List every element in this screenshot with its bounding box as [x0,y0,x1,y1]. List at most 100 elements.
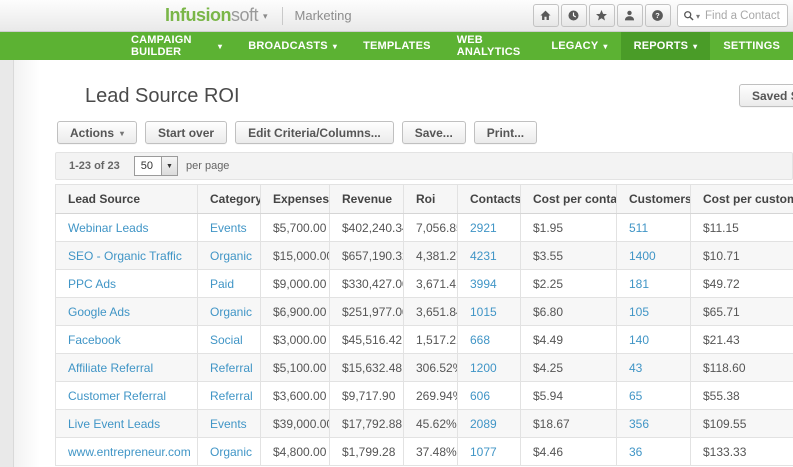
category-link[interactable]: Paid [210,277,234,291]
home-button[interactable] [533,4,559,27]
lead-source-link[interactable]: PPC Ads [68,277,116,291]
column-header-expenses[interactable]: Expenses [261,185,330,214]
nav-item-templates[interactable]: TEMPLATES [350,32,444,60]
contacts-link[interactable]: 1200 [470,361,497,375]
contacts-link[interactable]: 1015 [470,305,497,319]
print-button[interactable]: Print... [474,121,537,144]
customers-link[interactable]: 36 [629,445,642,459]
column-header-cost-per-customer[interactable]: Cost per customer [691,185,793,214]
category-link[interactable]: Organic [210,305,252,319]
cost-per-contact-value: $2.25 [533,277,563,291]
customers-link[interactable]: 1400 [629,249,656,263]
actions-button[interactable]: Actions▾ [57,121,137,144]
column-header-lead-source[interactable]: Lead Source [56,185,198,214]
nav-item-reports[interactable]: REPORTS▾ [621,32,711,60]
nav-item-broadcasts[interactable]: BROADCASTS▾ [235,32,350,60]
nav-item-web-analytics[interactable]: WEB ANALYTICS [444,32,539,60]
start-over-button[interactable]: Start over [145,121,227,144]
revenue-value: $17,792.88 [342,417,402,431]
divider [282,7,283,25]
chevron-down-icon: ▾ [696,12,700,21]
topbar: Infusionsoft ▾ Marketing ? ▾ [0,0,793,32]
category-link[interactable]: Events [210,417,247,431]
lead-source-roi-table: Lead Source Category Expenses Revenue Ro… [55,184,793,466]
roi-value: 37.48% [416,445,457,459]
lead-source-link[interactable]: Customer Referral [68,389,166,403]
contacts-link[interactable]: 606 [470,389,490,403]
lead-source-link[interactable]: Live Event Leads [68,417,160,431]
cost-per-contact-value: $4.25 [533,361,563,375]
customers-link[interactable]: 511 [629,221,648,235]
lead-source-link[interactable]: Google Ads [68,305,130,319]
pagination-bar: 1-23 of 23 50 ▼ per page [55,152,793,180]
contacts-link[interactable]: 3994 [470,277,497,291]
report-toolbar: Actions▾ Start over Edit Criteria/Column… [57,121,793,144]
page-shadow [14,60,40,467]
contacts-link[interactable]: 4231 [470,249,497,263]
expenses-value: $4,800.00 [273,445,326,459]
table-header-row: Lead Source Category Expenses Revenue Ro… [56,185,793,214]
table-row: SEO - Organic TrafficOrganic$15,000.00$6… [56,242,793,270]
lead-source-link[interactable]: Webinar Leads [68,221,149,235]
cost-per-customer-value: $10.71 [703,249,740,263]
chevron-down-icon: ▾ [603,42,607,51]
customers-link[interactable]: 65 [629,389,642,403]
customers-link[interactable]: 43 [629,361,642,375]
revenue-value: $45,516.42 [342,333,402,347]
lead-source-link[interactable]: SEO - Organic Traffic [68,249,182,263]
roi-value: 1,517.21% [416,333,458,347]
user-button[interactable] [617,4,643,27]
lead-source-link[interactable]: Affiliate Referral [68,361,153,375]
column-header-revenue[interactable]: Revenue [330,185,404,214]
column-header-contacts[interactable]: Contacts [458,185,521,214]
category-link[interactable]: Referral [210,361,253,375]
cost-per-customer-value: $55.38 [703,389,740,403]
table-row: Customer ReferralReferral$3,600.00$9,717… [56,382,793,410]
table-row: FacebookSocial$3,000.00$45,516.421,517.2… [56,326,793,354]
contacts-link[interactable]: 2089 [470,417,497,431]
column-header-customers[interactable]: Customers [617,185,691,214]
per-page-select[interactable]: 50 ▼ [134,156,178,176]
recent-button[interactable] [561,4,587,27]
save-button[interactable]: Save... [402,121,466,144]
cost-per-contact-value: $6.80 [533,305,563,319]
customers-link[interactable]: 356 [629,417,649,431]
contacts-link[interactable]: 2921 [470,221,497,235]
chevron-down-icon: ▾ [263,11,268,22]
infusionsoft-logo: Infusionsoft [165,5,258,26]
category-link[interactable]: Organic [210,249,252,263]
customers-link[interactable]: 140 [629,333,649,347]
result-range: 1-23 of 23 [69,160,120,172]
contacts-link[interactable]: 1077 [470,445,497,459]
column-header-cost-per-contact[interactable]: Cost per contact [521,185,617,214]
category-link[interactable]: Organic [210,445,252,459]
category-link[interactable]: Social [210,333,243,347]
brand-logo[interactable]: Infusionsoft ▾ Marketing [165,5,352,26]
search-input[interactable] [703,9,783,23]
page-left-gutter [0,60,14,467]
column-header-roi[interactable]: Roi [404,185,458,214]
column-header-category[interactable]: Category [198,185,261,214]
per-page-label: per page [186,160,229,172]
app-window: Infusionsoft ▾ Marketing ? ▾ [0,0,793,467]
user-icon [623,9,636,22]
lead-source-link[interactable]: www.entrepreneur.com [68,445,191,459]
nav-item-legacy[interactable]: LEGACY▾ [538,32,620,60]
lead-source-link[interactable]: Facebook [68,333,121,347]
expenses-value: $6,900.00 [273,305,326,319]
customers-link[interactable]: 181 [629,277,649,291]
cost-per-customer-value: $21.43 [703,333,740,347]
edit-criteria-columns-button[interactable]: Edit Criteria/Columns... [235,121,394,144]
nav-item-settings[interactable]: SETTINGS [710,32,793,60]
category-link[interactable]: Referral [210,389,253,403]
help-button[interactable]: ? [645,4,671,27]
cost-per-contact-value: $4.49 [533,333,563,347]
contact-search[interactable]: ▾ [677,4,788,27]
customers-link[interactable]: 105 [629,305,649,319]
contacts-link[interactable]: 668 [470,333,490,347]
home-icon [539,9,552,22]
nav-item-campaign-builder[interactable]: CAMPAIGN BUILDER▾ [118,32,235,60]
cost-per-customer-value: $109.55 [703,417,746,431]
favorites-button[interactable] [589,4,615,27]
category-link[interactable]: Events [210,221,247,235]
